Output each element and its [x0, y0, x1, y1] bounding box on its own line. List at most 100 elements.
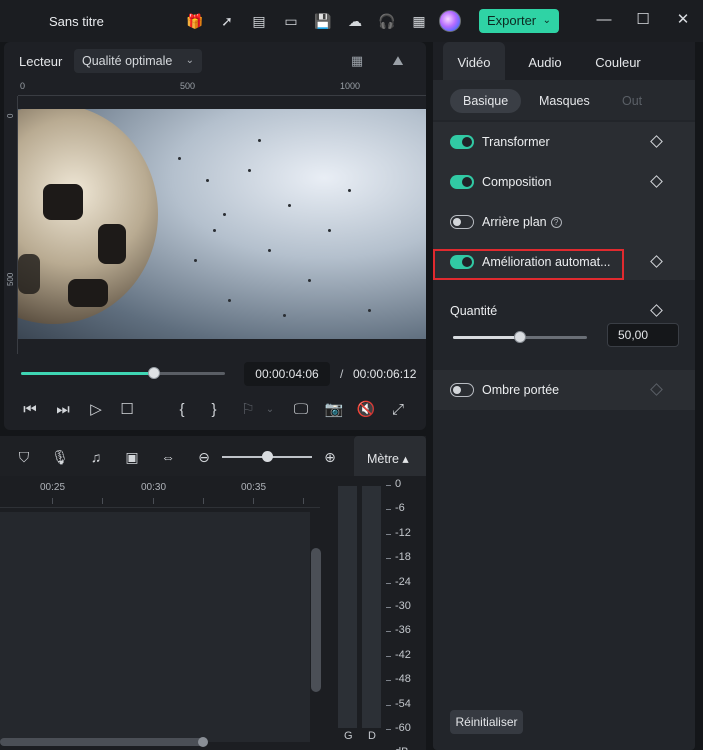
timeline-vertical-scrollbar[interactable]: [311, 548, 321, 692]
close-icon[interactable]: ✕: [673, 10, 693, 30]
mark-out-icon[interactable]: }: [204, 400, 224, 420]
toggle-arriere-plan[interactable]: [450, 215, 474, 229]
meter-tick: [386, 680, 391, 682]
next-frame-icon[interactable]: ⏭: [53, 400, 73, 420]
meter-tab[interactable]: Mètre ▴: [354, 436, 426, 476]
waveform-image-icon[interactable]: ⛰: [387, 53, 409, 69]
send-icon[interactable]: ➚: [218, 12, 236, 30]
meter-tick: [386, 582, 391, 584]
progress-handle[interactable]: [147, 367, 160, 379]
zoom-in-icon[interactable]: ⊕: [321, 448, 339, 466]
tab-video[interactable]: Vidéo: [443, 42, 505, 80]
row-arriere-plan[interactable]: Arrière plan?: [433, 202, 695, 242]
subtab-out[interactable]: Out: [609, 89, 655, 113]
subtab-masques[interactable]: Masques: [526, 89, 603, 113]
mark-in-icon[interactable]: {: [172, 400, 192, 420]
ruler-label: 00:25: [40, 482, 66, 493]
current-time[interactable]: 00:00:04:06: [244, 362, 330, 386]
meter-tick: [386, 533, 391, 535]
media-preview-icon[interactable]: ▣: [123, 448, 141, 466]
maximize-icon[interactable]: ☐: [633, 10, 653, 30]
toggle-composition[interactable]: [450, 175, 474, 189]
export-button[interactable]: Exporter ⌄: [479, 9, 559, 33]
player-label: Lecteur: [19, 54, 63, 69]
player-header: Lecteur Qualité optimale ⌄ ▦ ⛰: [4, 42, 426, 80]
meter-tick: [386, 509, 391, 511]
tab-couleur[interactable]: Couleur: [585, 42, 651, 80]
progress-fill: [21, 372, 154, 375]
meter-scale-label: 0: [395, 478, 402, 490]
timeline-horizontal-scrollbar[interactable]: [0, 738, 206, 746]
keyframe-icon[interactable]: [650, 304, 663, 317]
video-preview[interactable]: [18, 109, 426, 339]
meter-tick: [386, 631, 391, 633]
display-icon[interactable]: 🖵: [291, 400, 311, 420]
scrollbar-handle[interactable]: [198, 737, 208, 747]
microphone-icon[interactable]: 🎙: [51, 448, 69, 466]
keyframe-icon[interactable]: [650, 255, 663, 268]
zoom-out-icon[interactable]: ⊖: [195, 448, 213, 466]
soccer-ball-image: [18, 109, 158, 324]
meter-channel-right: [362, 486, 381, 728]
help-icon[interactable]: ?: [550, 217, 562, 228]
meter-scale-label: -42: [395, 648, 411, 661]
row-composition[interactable]: Composition: [433, 162, 695, 202]
fit-icon[interactable]: ⇔: [159, 448, 177, 466]
gift-icon[interactable]: 🎁: [186, 12, 204, 30]
ruler-label: 1000: [340, 81, 361, 91]
tab-audio[interactable]: Audio: [515, 42, 575, 80]
toggle-ombre-portee[interactable]: [450, 383, 474, 397]
properties-tabs: Vidéo Audio Couleur: [433, 42, 695, 80]
slider-handle[interactable]: [514, 331, 526, 343]
playback-progress[interactable]: [21, 367, 225, 379]
window-title: Sans titre: [49, 14, 104, 29]
ruler-label: 00:30: [141, 482, 167, 493]
headset-icon[interactable]: 🎧: [378, 12, 396, 30]
row-ombre-portee[interactable]: Ombre portée: [433, 370, 695, 410]
quantity-block: Quantité: [433, 280, 695, 370]
stop-icon[interactable]: ☐: [117, 400, 137, 420]
chevron-down-icon: ⌄: [542, 15, 551, 26]
quantity-input[interactable]: [607, 323, 679, 347]
keyframe-icon[interactable]: [650, 135, 663, 148]
chevron-down-icon: ⌄: [265, 404, 275, 415]
channel-label-right: D: [368, 730, 376, 742]
zoom-handle[interactable]: [262, 451, 273, 462]
player-panel: Lecteur Qualité optimale ⌄ ▦ ⛰ 0 500 100…: [4, 42, 426, 430]
play-icon[interactable]: ▷: [86, 400, 106, 420]
avatar[interactable]: [439, 10, 461, 32]
minimize-icon[interactable]: —: [594, 10, 614, 30]
meter-channel-left: [338, 486, 357, 728]
timeline-panel: ⛉ 🎙 ♫ ▣ ⇔ ⊖ ⊕ Mètre ▴ 00:25 00:30 00:35 …: [0, 436, 426, 750]
row-transformer[interactable]: Transformer: [433, 122, 695, 162]
media-icon[interactable]: ▤: [250, 12, 268, 30]
fullscreen-icon[interactable]: ⤢: [388, 400, 408, 420]
export-label: Exporter: [487, 13, 537, 28]
meter-scale-label: dB: [395, 746, 408, 750]
layout-icon[interactable]: ▭: [282, 12, 300, 30]
timeline-ruler[interactable]: 00:25 00:30 00:35: [0, 476, 320, 508]
meter-tick: [386, 607, 391, 608]
quality-select[interactable]: Qualité optimale ⌄: [74, 49, 202, 73]
previous-frame-icon[interactable]: ⏮: [20, 400, 40, 420]
meter-scale-label: -30: [395, 600, 411, 612]
camera-icon[interactable]: 📷: [324, 400, 344, 420]
toggle-transformer[interactable]: [450, 135, 474, 149]
keyframe-icon[interactable]: [650, 175, 663, 188]
meter-scale-label: -18: [395, 551, 411, 564]
grid-icon[interactable]: ▦: [410, 12, 428, 30]
timeline-track-area[interactable]: [0, 512, 310, 742]
slider-fill: [453, 336, 520, 339]
quantity-slider[interactable]: [453, 331, 587, 343]
reset-button[interactable]: Réinitialiser: [450, 710, 523, 734]
meter-tick: [386, 558, 391, 560]
shield-icon[interactable]: ⛉: [15, 448, 33, 466]
save-icon[interactable]: 💾: [314, 12, 332, 30]
grid-view-icon[interactable]: ▦: [346, 53, 368, 69]
mute-icon[interactable]: 🔇: [356, 400, 376, 420]
properties-subtabs: Basique Masques Out: [433, 80, 695, 120]
music-list-icon[interactable]: ♫: [87, 448, 105, 466]
time-separator: /: [340, 367, 344, 381]
subtab-basique[interactable]: Basique: [450, 89, 522, 113]
cloud-upload-icon[interactable]: ☁: [346, 12, 364, 30]
